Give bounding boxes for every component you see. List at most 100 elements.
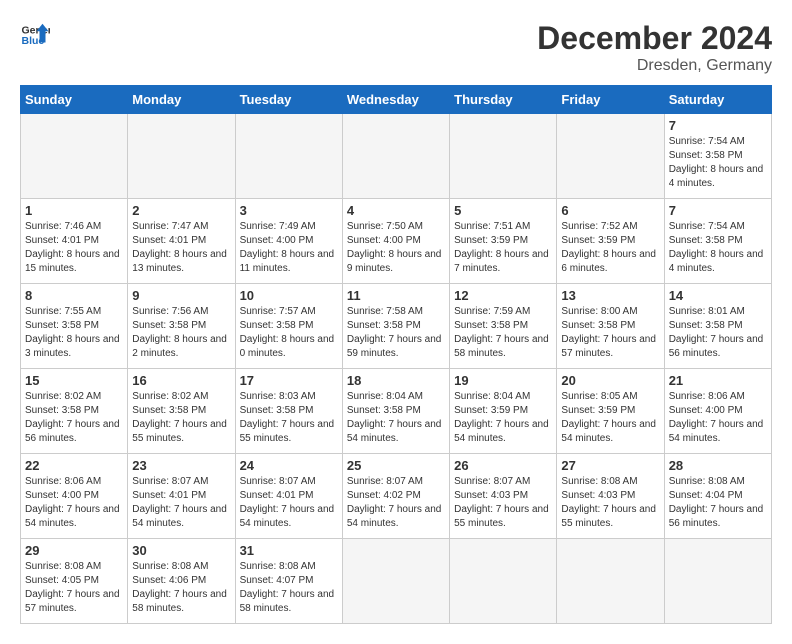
day-number: 9 (132, 288, 230, 303)
day-cell: 10 Sunrise: 7:57 AMSunset: 3:58 PMDayligh… (235, 284, 342, 369)
day-info: Sunrise: 7:52 AMSunset: 3:59 PMDaylight:… (561, 220, 659, 276)
day-info: Sunrise: 8:08 AMSunset: 4:04 PMDaylight:… (669, 475, 767, 531)
day-info: Sunrise: 8:06 AMSunset: 4:00 PMDaylight:… (25, 475, 123, 531)
day-info: Sunrise: 7:57 AMSunset: 3:58 PMDaylight:… (240, 305, 338, 361)
day-cell: 7 Sunrise: 7:54 AMSunset: 3:58 PMDaylight… (664, 199, 771, 284)
day-cell: 11 Sunrise: 7:58 AMSunset: 3:58 PMDayligh… (342, 284, 449, 369)
empty-cell (128, 114, 235, 199)
empty-cell (664, 539, 771, 624)
weekday-header: Monday (128, 86, 235, 114)
day-number: 24 (240, 458, 338, 473)
day-number: 28 (669, 458, 767, 473)
day-number: 15 (25, 373, 123, 388)
month-title: December 2024 (537, 20, 772, 57)
day-cell: 7Sunrise: 7:54 AMSunset: 3:58 PMDaylight… (664, 114, 771, 199)
weekday-header-row: SundayMondayTuesdayWednesdayThursdayFrid… (21, 86, 772, 114)
logo: General Blue (20, 20, 50, 50)
empty-cell (557, 114, 664, 199)
day-info: Sunrise: 8:07 AMSunset: 4:01 PMDaylight:… (240, 475, 338, 531)
weekday-header: Friday (557, 86, 664, 114)
day-cell: 28 Sunrise: 8:08 AMSunset: 4:04 PMDayligh… (664, 454, 771, 539)
day-number: 10 (240, 288, 338, 303)
day-info: Sunrise: 8:02 AMSunset: 3:58 PMDaylight:… (25, 390, 123, 446)
day-cell: 23Sunrise: 8:07 AMSunset: 4:01 PMDayligh… (128, 454, 235, 539)
day-info: Sunrise: 7:51 AMSunset: 3:59 PMDaylight:… (454, 220, 552, 276)
day-info: Sunrise: 7:59 AMSunset: 3:58 PMDaylight:… (454, 305, 552, 361)
empty-cell (235, 114, 342, 199)
day-number: 21 (669, 373, 767, 388)
day-number: 23 (132, 458, 230, 473)
day-number: 20 (561, 373, 659, 388)
day-info: Sunrise: 7:47 AMSunset: 4:01 PMDaylight:… (132, 220, 230, 276)
day-cell: 22Sunrise: 8:06 AMSunset: 4:00 PMDayligh… (21, 454, 128, 539)
weekday-header: Wednesday (342, 86, 449, 114)
day-info: Sunrise: 8:05 AMSunset: 3:59 PMDaylight:… (561, 390, 659, 446)
calendar-week-row: 22Sunrise: 8:06 AMSunset: 4:00 PMDayligh… (21, 454, 772, 539)
day-cell: 20 Sunrise: 8:05 AMSunset: 3:59 PMDayligh… (557, 369, 664, 454)
day-cell: 16 Sunrise: 8:02 AMSunset: 3:58 PMDayligh… (128, 369, 235, 454)
day-cell: 17 Sunrise: 8:03 AMSunset: 3:58 PMDayligh… (235, 369, 342, 454)
day-info: Sunrise: 7:56 AMSunset: 3:58 PMDaylight:… (132, 305, 230, 361)
title-area: December 2024 Dresden, Germany (537, 20, 772, 75)
day-cell: 15 Sunrise: 8:02 AMSunset: 3:58 PMDayligh… (21, 369, 128, 454)
day-number: 17 (240, 373, 338, 388)
day-cell: 5 Sunrise: 7:51 AMSunset: 3:59 PMDaylight… (450, 199, 557, 284)
day-info: Sunrise: 7:58 AMSunset: 3:58 PMDaylight:… (347, 305, 445, 361)
day-info: Sunrise: 7:50 AMSunset: 4:00 PMDaylight:… (347, 220, 445, 276)
day-info: Sunrise: 7:49 AMSunset: 4:00 PMDaylight:… (240, 220, 338, 276)
day-number: 14 (669, 288, 767, 303)
day-info: Sunrise: 7:46 AMSunset: 4:01 PMDaylight:… (25, 220, 123, 276)
day-cell: 2 Sunrise: 7:47 AMSunset: 4:01 PMDaylight… (128, 199, 235, 284)
day-cell: 31 Sunrise: 8:08 AMSunset: 4:07 PMDayligh… (235, 539, 342, 624)
day-cell: 29 Sunrise: 8:08 AMSunset: 4:05 PMDayligh… (21, 539, 128, 624)
day-number: 16 (132, 373, 230, 388)
day-cell: 26Sunrise: 8:07 AMSunset: 4:03 PMDayligh… (450, 454, 557, 539)
empty-cell (342, 114, 449, 199)
day-number: 11 (347, 288, 445, 303)
day-cell: 13Sunrise: 8:00 AMSunset: 3:58 PMDayligh… (557, 284, 664, 369)
day-info: Sunrise: 8:03 AMSunset: 3:58 PMDaylight:… (240, 390, 338, 446)
empty-cell (450, 539, 557, 624)
day-number: 31 (240, 543, 338, 558)
day-number: 19 (454, 373, 552, 388)
day-info: Sunrise: 8:07 AMSunset: 4:02 PMDaylight:… (347, 475, 445, 531)
day-info: Sunrise: 8:04 AMSunset: 3:59 PMDaylight:… (454, 390, 552, 446)
weekday-header: Tuesday (235, 86, 342, 114)
day-number: 2 (132, 203, 230, 218)
day-cell: 24 Sunrise: 8:07 AMSunset: 4:01 PMDayligh… (235, 454, 342, 539)
day-cell: 18Sunrise: 8:04 AMSunset: 3:58 PMDayligh… (342, 369, 449, 454)
day-info: Sunrise: 8:08 AMSunset: 4:06 PMDaylight:… (132, 560, 230, 616)
calendar-week-row: 1Sunrise: 7:46 AMSunset: 4:01 PMDaylight… (21, 199, 772, 284)
day-number: 5 (454, 203, 552, 218)
day-cell: 8 Sunrise: 7:55 AMSunset: 3:58 PMDaylight… (21, 284, 128, 369)
day-number: 4 (347, 203, 445, 218)
day-info: Sunrise: 8:08 AMSunset: 4:05 PMDaylight:… (25, 560, 123, 616)
day-info: Sunrise: 8:02 AMSunset: 3:58 PMDaylight:… (132, 390, 230, 446)
day-cell: 30 Sunrise: 8:08 AMSunset: 4:06 PMDayligh… (128, 539, 235, 624)
day-number: 3 (240, 203, 338, 218)
day-number: 25 (347, 458, 445, 473)
day-info: Sunrise: 7:54 AMSunset: 3:58 PMDaylight:… (669, 220, 767, 276)
day-info: Sunrise: 8:08 AMSunset: 4:07 PMDaylight:… (240, 560, 338, 616)
day-cell: 6Sunrise: 7:52 AMSunset: 3:59 PMDaylight… (557, 199, 664, 284)
day-info: Sunrise: 7:54 AMSunset: 3:58 PMDaylight:… (669, 135, 767, 191)
day-info: Sunrise: 7:55 AMSunset: 3:58 PMDaylight:… (25, 305, 123, 361)
day-number: 7 (669, 203, 767, 218)
logo-icon: General Blue (20, 20, 50, 50)
calendar-week-row: 8 Sunrise: 7:55 AMSunset: 3:58 PMDaylight… (21, 284, 772, 369)
day-info: Sunrise: 8:00 AMSunset: 3:58 PMDaylight:… (561, 305, 659, 361)
day-number: 8 (25, 288, 123, 303)
day-number: 30 (132, 543, 230, 558)
day-cell: 12Sunrise: 7:59 AMSunset: 3:58 PMDayligh… (450, 284, 557, 369)
empty-cell (21, 114, 128, 199)
day-info: Sunrise: 8:08 AMSunset: 4:03 PMDaylight:… (561, 475, 659, 531)
empty-cell (557, 539, 664, 624)
day-cell: 19 Sunrise: 8:04 AMSunset: 3:59 PMDayligh… (450, 369, 557, 454)
day-cell: 14Sunrise: 8:01 AMSunset: 3:58 PMDayligh… (664, 284, 771, 369)
location-title: Dresden, Germany (537, 57, 772, 75)
empty-cell (450, 114, 557, 199)
day-number: 27 (561, 458, 659, 473)
calendar-week-row: 29 Sunrise: 8:08 AMSunset: 4:05 PMDayligh… (21, 539, 772, 624)
day-cell: 25 Sunrise: 8:07 AMSunset: 4:02 PMDayligh… (342, 454, 449, 539)
day-number: 29 (25, 543, 123, 558)
